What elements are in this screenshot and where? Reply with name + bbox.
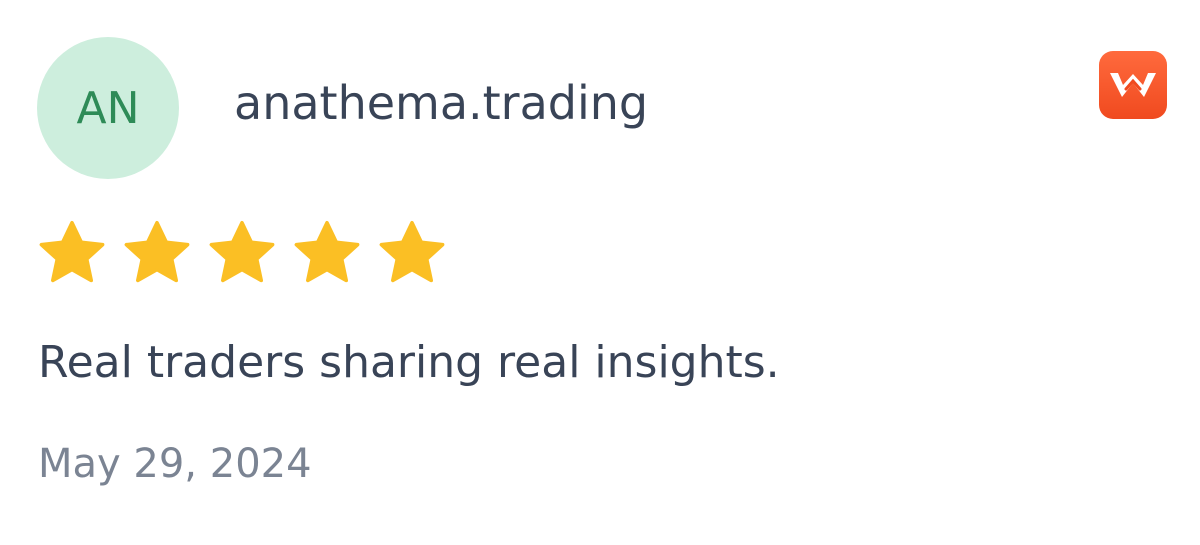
star-icon xyxy=(209,221,275,283)
avatar: AN xyxy=(37,37,179,179)
source-logo-icon xyxy=(1099,51,1167,119)
review-text: Real traders sharing real insights. xyxy=(38,337,780,388)
star-rating xyxy=(36,218,461,290)
star-icon xyxy=(124,221,190,283)
star-icon xyxy=(39,221,105,283)
avatar-initials: AN xyxy=(76,82,140,134)
w-logo-icon xyxy=(1110,73,1156,97)
star-icon xyxy=(294,221,360,283)
reviewer-username: anathema.trading xyxy=(234,76,649,130)
review-card: AN anathema.trading Real traders sharing… xyxy=(0,0,1200,545)
star-icon xyxy=(379,221,445,283)
review-date: May 29, 2024 xyxy=(38,441,312,487)
